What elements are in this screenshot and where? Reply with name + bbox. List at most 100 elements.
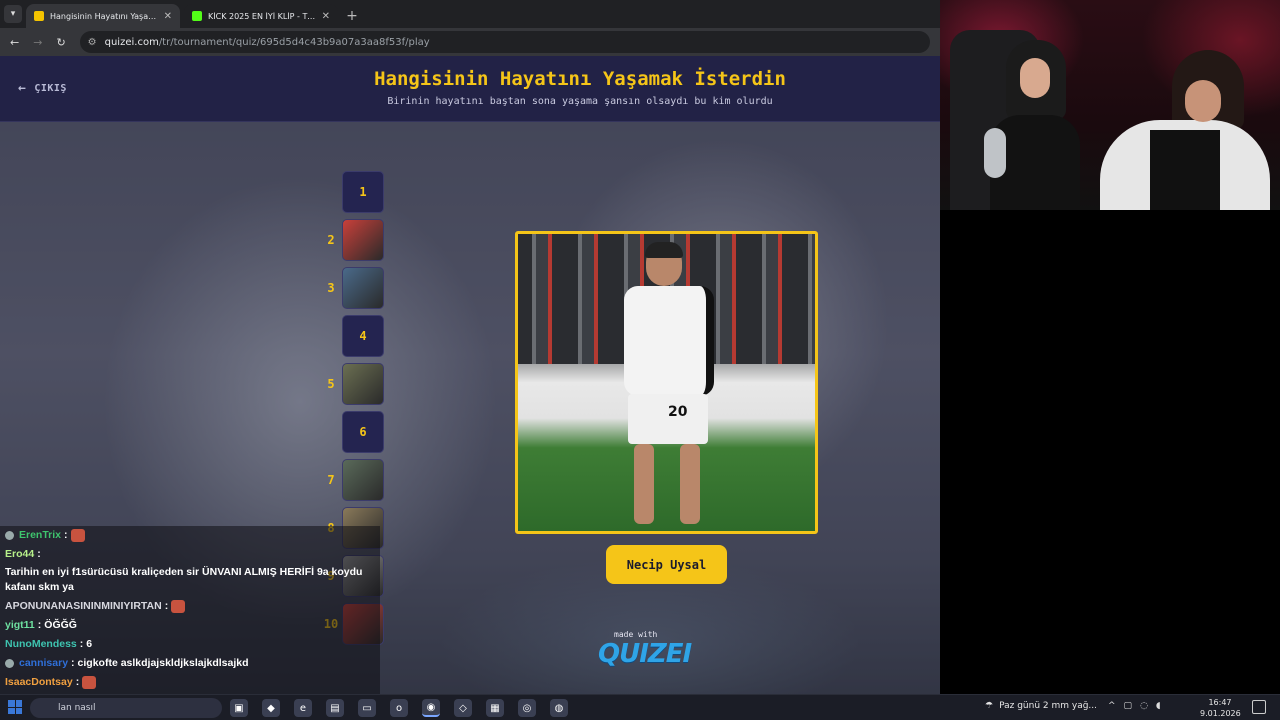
rank-number: 3	[327, 281, 335, 295]
discord-icon[interactable]: ◍	[550, 699, 568, 717]
app-icon[interactable]: ◎	[518, 699, 536, 717]
taskbar-search-input[interactable]: lan nasıl	[30, 698, 222, 718]
network-icon[interactable]: ▢	[1124, 701, 1133, 711]
address-bar[interactable]: ⚙ quizei.com/tr/tournament/quiz/695d5d4c…	[79, 31, 930, 53]
rank-thumbnail	[342, 459, 384, 501]
chevron-up-icon[interactable]: ^	[1108, 701, 1116, 711]
candidate-card[interactable]: 20	[515, 231, 818, 534]
task-view-icon[interactable]: ▣	[230, 699, 248, 717]
rank-thumbnail	[342, 363, 384, 405]
kick-favicon-icon	[192, 11, 202, 21]
clock-date: 9.01.2026	[1200, 709, 1241, 718]
voice-mixer-icon[interactable]: ▦	[486, 699, 504, 717]
chat-badge-icon	[5, 659, 14, 668]
chat-username: ErenTrix	[19, 529, 62, 541]
clock-time: 16:47	[1208, 698, 1232, 707]
outlook-icon[interactable]: o	[390, 699, 408, 717]
chrome-icon[interactable]: ◉	[422, 699, 440, 717]
webcam-overlay	[940, 0, 1280, 210]
chat-username: APONUNANASININMINIYIRTAN	[5, 600, 162, 612]
tab-quiz[interactable]: Hangisinin Hayatını Yaşamak İst... ✕	[26, 4, 180, 28]
tab-search-icon[interactable]: ▾	[4, 5, 22, 23]
quiz-header: ← ÇIKIŞ Hangisinin Hayatını Yaşamak İste…	[0, 56, 940, 122]
rank-number: 2	[327, 233, 335, 247]
browser-toolbar: ← → ↻ ⚙ quizei.com/tr/tournament/quiz/69…	[0, 28, 940, 56]
weather-text: Paz günü 2 mm yağ...	[999, 701, 1098, 711]
chat-username: cannisary	[19, 657, 69, 669]
chat-username: Ero44	[5, 548, 35, 560]
chat-text: Tarihin en iyi f1sürücüsü kraliçeden sir…	[5, 566, 363, 593]
rank-slot[interactable]: 3	[320, 267, 390, 309]
rank-empty-box: 6	[342, 411, 384, 453]
quiz-title: Hangisinin Hayatını Yaşamak İsterdin	[374, 68, 786, 90]
tab-kick[interactable]: KİCK 2025 EN İYİ KLİP - Tier List ✕	[184, 4, 338, 28]
rank-slot[interactable]: 5	[320, 363, 390, 405]
screen: ▾ Hangisinin Hayatını Yaşamak İst... ✕ K…	[0, 0, 1280, 720]
rank-empty-box: 4	[342, 315, 384, 357]
arrow-left-icon: ←	[18, 81, 27, 96]
chat-message: yigt11: ÖĞĞĞ	[5, 619, 77, 631]
close-tab-icon[interactable]: ✕	[164, 11, 172, 22]
stream-chat-overlay: ErenTrix: Ero44: Tarihin en iyi f1sürücüsü…	[0, 526, 380, 700]
url-host: quizei.com	[104, 36, 159, 48]
chat-message: IsaacDontsay:	[0, 673, 380, 692]
rank-thumbnail	[342, 267, 384, 309]
close-tab-icon[interactable]: ✕	[322, 11, 330, 22]
taskbar: lan nasıl ▣ ◆ e ▤ ▭ o ◉ ◇ ▦ ◎ ◍ ☂ Paz gü…	[0, 694, 1280, 720]
mic-muted-icon[interactable]: ◌	[1140, 701, 1148, 711]
tab-title: KİCK 2025 EN İYİ KLİP - Tier List	[208, 11, 316, 21]
rank-slot[interactable]: 7	[320, 459, 390, 501]
notifications-icon[interactable]	[1252, 700, 1266, 714]
chat-message: ErenTrix:	[0, 526, 380, 545]
chat-message: APONUNANASININMINIYIRTAN:	[0, 597, 380, 616]
chat-text: ÖĞĞĞ	[44, 619, 77, 631]
chat-emote-icon	[82, 676, 97, 689]
microphone-icon	[984, 128, 1006, 178]
made-with-text: made with	[614, 630, 658, 639]
reload-icon[interactable]: ↻	[56, 36, 65, 49]
taskbar-apps: ▣ ◆ e ▤ ▭ o ◉ ◇ ▦ ◎ ◍	[230, 699, 568, 717]
chat-username: yigt11	[5, 619, 35, 631]
chat-message: cannisary: cigkofte aslkdjajskldjkslajkdl…	[0, 654, 380, 673]
chat-message: NunoMendess:6	[5, 638, 93, 650]
chat-username: NunoMendess	[5, 638, 77, 650]
windows-start-icon[interactable]	[8, 700, 22, 714]
site-info-icon[interactable]: ⚙	[88, 37, 97, 48]
chat-emote-icon	[171, 600, 186, 613]
back-icon[interactable]: ←	[10, 36, 19, 49]
edge-icon[interactable]: e	[294, 699, 312, 717]
chat-message: Ero44: Tarihin en iyi f1sürücüsü kraliçed…	[0, 545, 380, 597]
chat-text: 6	[86, 638, 93, 650]
browser-tabbar: ▾ Hangisinin Hayatını Yaşamak İst... ✕ K…	[0, 0, 940, 28]
quizei-logo[interactable]: QUIZEI	[598, 639, 692, 669]
speaker-icon[interactable]: ◖	[1156, 701, 1161, 711]
tab-title: Hangisinin Hayatını Yaşamak İst...	[50, 11, 158, 21]
rank-thumbnail	[342, 219, 384, 261]
system-tray: ^ ▢ ◌ ◖	[1108, 701, 1161, 711]
copilot-icon[interactable]: ◆	[262, 699, 280, 717]
weather-widget[interactable]: ☂ Paz günü 2 mm yağ...	[985, 701, 1097, 711]
chat-text: cigkofte aslkdjajskldjkslajkdlsajkd	[77, 657, 249, 669]
rank-slot[interactable]: 4	[320, 315, 390, 357]
quizei-favicon-icon	[34, 11, 44, 21]
clock[interactable]: 16:47 9.01.2026	[1200, 697, 1241, 719]
new-tab-icon[interactable]: +	[342, 8, 362, 24]
rank-slot[interactable]: 2	[320, 219, 390, 261]
rank-number: 5	[327, 377, 335, 391]
forward-icon[interactable]: →	[33, 36, 42, 49]
player-photo: 20	[618, 242, 728, 529]
exit-label: ÇIKIŞ	[34, 83, 67, 94]
exit-button[interactable]: ← ÇIKIŞ	[18, 81, 67, 96]
rank-slot[interactable]: 6	[320, 411, 390, 453]
file-explorer-icon[interactable]: ▭	[358, 699, 376, 717]
quiz-subtitle: Birinin hayatını baştan sona yaşama şans…	[387, 96, 773, 107]
rank-empty-box: 1	[342, 171, 384, 213]
store-icon[interactable]: ▤	[326, 699, 344, 717]
chat-emote-icon	[70, 529, 85, 542]
app-icon[interactable]: ◇	[454, 699, 472, 717]
rain-cloud-icon: ☂	[985, 701, 994, 711]
rank-number: 7	[327, 473, 335, 487]
candidate-name-button[interactable]: Necip Uysal	[606, 545, 727, 584]
rank-slot[interactable]: 1	[320, 171, 390, 213]
chat-badge-icon	[5, 531, 14, 540]
